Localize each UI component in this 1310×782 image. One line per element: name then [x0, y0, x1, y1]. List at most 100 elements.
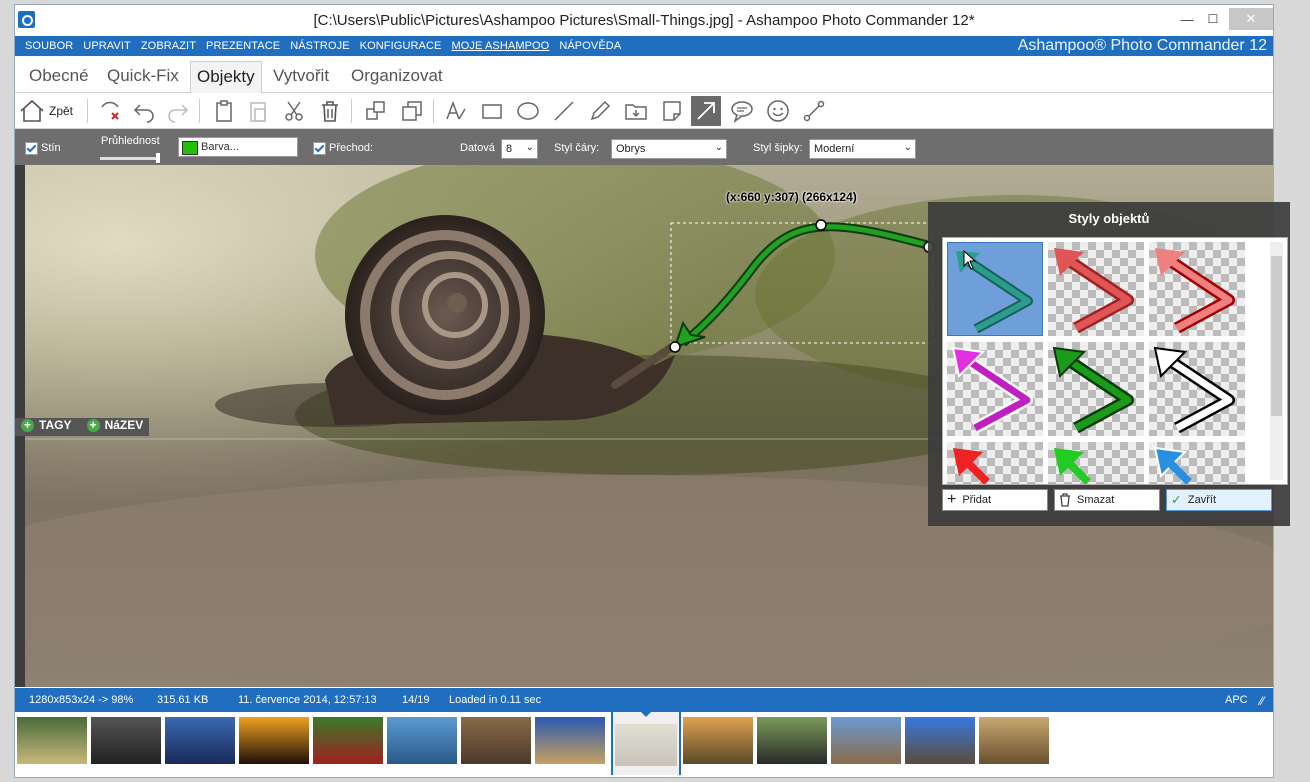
trash-icon[interactable]	[315, 96, 345, 126]
menu-napoveda[interactable]: NÁPOVĚDA	[559, 40, 621, 52]
tags-label: TAGY	[39, 418, 72, 432]
thumbnail[interactable]	[461, 717, 531, 764]
gradient-label: Přechod:	[329, 142, 374, 154]
style-swatch[interactable]	[947, 342, 1043, 436]
opacity-slider-thumb[interactable]	[156, 153, 160, 163]
paste-icon[interactable]	[243, 96, 273, 126]
color-label: Barva...	[201, 141, 239, 153]
close-panel-button[interactable]: ✓ Zavřít	[1166, 489, 1272, 511]
tab-obecne[interactable]: Obecné	[29, 66, 89, 86]
thumbnail[interactable]	[239, 717, 309, 764]
style-swatch[interactable]	[947, 242, 1043, 336]
thumbnail[interactable]	[905, 717, 975, 764]
status-loaded: Loaded in 0.11 sec	[449, 694, 542, 706]
resize-grip-icon[interactable]: ⁄⁄	[1260, 694, 1264, 708]
thumbnail[interactable]	[313, 717, 383, 764]
ribbon-tabs: Obecné Quick-Fix Objekty Vytvořit Organi…	[15, 56, 1273, 93]
thumbnail[interactable]	[387, 717, 457, 764]
add-style-button[interactable]: + Přidat	[942, 489, 1048, 511]
add-label: Přidat	[962, 494, 992, 506]
send-back-icon[interactable]	[397, 96, 427, 126]
title-bar: [C:\Users\Public\Pictures\Ashampoo Pictu…	[15, 5, 1273, 36]
menu-konfigurace[interactable]: KONFIGURACE	[360, 40, 442, 52]
thumbnail[interactable]	[979, 717, 1049, 764]
image-insert-icon[interactable]	[621, 96, 651, 126]
thumbnail-selected[interactable]	[611, 711, 681, 775]
style-swatch[interactable]	[1149, 442, 1245, 484]
thumbnail[interactable]	[91, 717, 161, 764]
text-tool-icon[interactable]	[441, 96, 471, 126]
data-select[interactable]: 8 ⌄	[501, 139, 538, 159]
data-select-value: 8	[506, 143, 513, 155]
rectangle-tool-icon[interactable]	[477, 96, 507, 126]
menu-moje-ashampoo[interactable]: MOJE ASHAMPOO	[451, 40, 549, 52]
ellipse-tool-icon[interactable]	[513, 96, 543, 126]
line-style-label: Styl čáry:	[554, 142, 600, 154]
line-tool-icon[interactable]	[549, 96, 579, 126]
sticker-icon[interactable]	[657, 96, 687, 126]
menu-soubor[interactable]: SOUBOR	[25, 40, 73, 52]
style-swatch[interactable]	[947, 442, 1043, 484]
arrow-style-select[interactable]: Moderní ⌄	[809, 139, 916, 159]
speech-bubble-icon[interactable]	[727, 96, 757, 126]
styles-grid	[942, 237, 1288, 485]
back-label: Zpět	[49, 104, 74, 118]
close-label: Zavřít	[1187, 494, 1217, 506]
arrow-tool-icon[interactable]	[691, 96, 721, 126]
panel-title: Styly objektů	[1068, 211, 1150, 226]
tag-bar: + TAGY + NáZEV	[15, 418, 150, 436]
status-bar: 1280x853x24 -> 98% 315.61 KB 11. červenc…	[15, 688, 1273, 712]
thumbnail[interactable]	[535, 717, 605, 764]
undo-icon[interactable]	[129, 96, 159, 126]
redo-icon[interactable]	[163, 96, 193, 126]
chevron-down-icon: ⌄	[903, 142, 912, 153]
object-toolbar: Zpět	[15, 93, 1273, 129]
trash-icon	[1060, 493, 1070, 507]
color-picker-button[interactable]: Barva...	[178, 137, 298, 157]
arrow-style-label: Styl šipky:	[753, 142, 803, 154]
scrollbar-thumb[interactable]	[1271, 256, 1282, 416]
pen-tool-icon[interactable]	[585, 96, 615, 126]
add-name-button[interactable]: + NáZEV	[86, 418, 143, 433]
tab-quick-fix[interactable]: Quick-Fix	[107, 66, 179, 86]
add-tags-button[interactable]: + TAGY	[21, 418, 72, 433]
opacity-label: Průhlednost	[101, 135, 160, 147]
maximize-button[interactable]: ☐	[1195, 8, 1231, 30]
thumbnail[interactable]	[17, 717, 87, 764]
back-button[interactable]: Zpět	[19, 96, 79, 126]
style-swatch[interactable]	[1048, 342, 1144, 436]
thumbnail[interactable]	[683, 717, 753, 764]
tab-vytvorit[interactable]: Vytvořit	[273, 66, 329, 86]
cut-icon[interactable]	[279, 96, 309, 126]
line-style-select[interactable]: Obrys ⌄	[611, 139, 727, 159]
delete-selection-icon[interactable]	[95, 96, 125, 126]
menu-nastroje[interactable]: NÁSTROJE	[290, 40, 349, 52]
style-swatch[interactable]	[1149, 342, 1245, 436]
menu-prezentace[interactable]: PREZENTACE	[206, 40, 280, 52]
tab-objekty[interactable]: Objekty	[190, 61, 262, 93]
delete-style-button[interactable]: Smazat	[1054, 489, 1160, 511]
style-swatch[interactable]	[1048, 242, 1144, 336]
connector-icon[interactable]	[799, 96, 829, 126]
plus-icon: +	[947, 491, 957, 508]
window-title: [C:\Users\Public\Pictures\Ashampoo Pictu…	[313, 12, 975, 29]
menu-upravit[interactable]: UPRAVIT	[83, 40, 131, 52]
menu-zobrazit[interactable]: ZOBRAZIT	[141, 40, 196, 52]
tab-organizovat[interactable]: Organizovat	[351, 66, 443, 86]
style-swatch[interactable]	[1048, 442, 1144, 484]
gradient-checkbox[interactable]	[313, 142, 326, 155]
opacity-slider[interactable]	[100, 153, 160, 163]
smiley-icon[interactable]	[763, 96, 793, 126]
status-size: 315.61 KB	[157, 694, 209, 706]
bring-front-icon[interactable]	[361, 96, 391, 126]
copy-icon[interactable]	[209, 96, 239, 126]
styles-scrollbar[interactable]	[1270, 242, 1283, 480]
thumbnail[interactable]	[757, 717, 827, 764]
close-button[interactable]: ✕	[1229, 8, 1273, 30]
menu-bar: SOUBOR UPRAVIT ZOBRAZIT PREZENTACE NÁSTR…	[15, 36, 1273, 56]
thumbnail[interactable]	[165, 717, 235, 764]
thumbnail[interactable]	[831, 717, 901, 764]
style-swatch[interactable]	[1149, 242, 1245, 336]
chevron-down-icon: ⌄	[525, 142, 534, 153]
shadow-checkbox[interactable]	[25, 142, 38, 155]
